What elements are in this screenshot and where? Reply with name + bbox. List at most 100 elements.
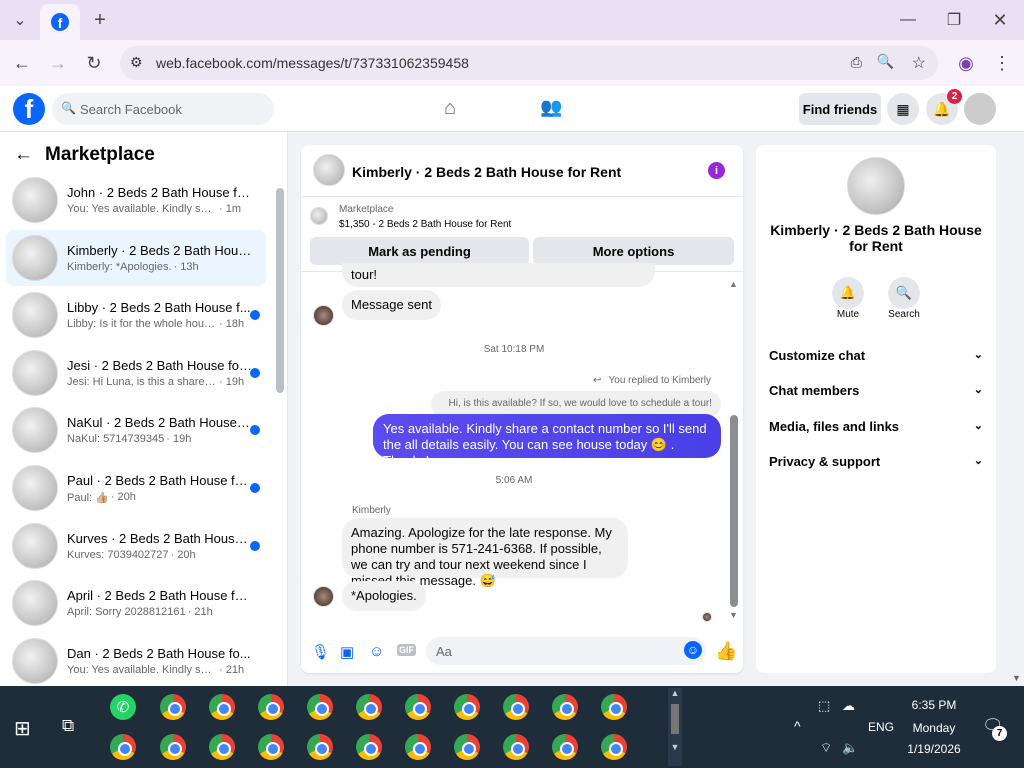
chrome-app-icon[interactable] — [503, 694, 529, 720]
menu-icon[interactable]: ⋮ — [988, 49, 1016, 77]
chrome-app-icon[interactable] — [110, 734, 136, 760]
chrome-app-icon[interactable] — [356, 694, 382, 720]
facebook-logo-icon[interactable]: f — [13, 93, 45, 125]
friends-icon[interactable]: 👥 — [540, 97, 562, 118]
profile-icon[interactable]: ◉ — [952, 49, 980, 77]
info-option[interactable]: Privacy & support ⌄ — [769, 454, 983, 469]
thread-item[interactable]: Kurves · 2 Beds 2 Bath House ... Kurves: … — [6, 518, 266, 574]
chrome-app-icon[interactable] — [307, 694, 333, 720]
chat-avatar[interactable] — [313, 154, 345, 186]
chrome-app-icon[interactable] — [552, 734, 578, 760]
info-option[interactable]: Chat members ⌄ — [769, 383, 983, 398]
their-message-bubble[interactable]: Amazing. Apologize for the late response… — [342, 518, 628, 588]
search-input[interactable]: 🔍 Search Facebook — [52, 93, 274, 125]
forward-icon[interactable]: → — [44, 49, 72, 77]
page-scroll-down-icon[interactable]: ▼ — [1012, 673, 1021, 683]
clock-time[interactable]: 6:35 PM — [904, 698, 964, 712]
chrome-app-icon[interactable] — [160, 694, 186, 720]
language-indicator[interactable]: ENG — [868, 720, 894, 734]
back-icon[interactable]: ← — [8, 49, 36, 77]
taskbar-scroll[interactable]: ▲ ▼ — [668, 688, 682, 766]
browser-tab-facebook[interactable]: f — [40, 4, 80, 40]
chrome-app-icon[interactable] — [258, 734, 284, 760]
info-avatar[interactable] — [847, 157, 905, 215]
show-hidden-icons-icon[interactable]: ^ — [794, 718, 801, 734]
chrome-app-icon[interactable] — [258, 694, 284, 720]
unread-dot — [250, 367, 260, 378]
chrome-app-icon[interactable] — [405, 734, 431, 760]
site-info-icon[interactable]: ⚙ — [130, 54, 143, 71]
bookmark-star-icon[interactable]: ☆ — [912, 53, 926, 73]
onedrive-icon[interactable]: ☁ — [842, 698, 855, 714]
chrome-app-icon[interactable] — [209, 694, 235, 720]
windows-start-icon[interactable]: ⊞ — [14, 716, 31, 741]
chrome-app-icon[interactable] — [601, 694, 627, 720]
chrome-app-icon[interactable] — [356, 734, 382, 760]
thread-item[interactable]: Libby · 2 Beds 2 Bath House f... Libby: I… — [6, 287, 266, 343]
close-icon[interactable]: ✕ — [986, 6, 1014, 34]
restore-icon[interactable]: ❐ — [940, 6, 968, 34]
chrome-app-icon[interactable] — [307, 734, 333, 760]
listing-text[interactable]: $1,350 - 2 Beds 2 Bath House for Rent — [339, 219, 511, 230]
thumbs-up-icon[interactable]: 👍 — [715, 641, 737, 662]
volume-icon[interactable]: 🔈 — [842, 740, 858, 756]
chrome-app-icon[interactable] — [454, 694, 480, 720]
home-icon[interactable]: ⌂ — [444, 97, 456, 120]
wifi-icon[interactable]: ⌔ — [820, 740, 832, 756]
search-icon[interactable]: 🔍 — [888, 277, 920, 309]
thread-item[interactable]: Paul · 2 Beds 2 Bath House for... Paul: 👍… — [6, 460, 266, 516]
task-view-icon[interactable]: ⧉ — [62, 716, 74, 736]
threads-scrollbar[interactable] — [276, 188, 284, 393]
mute-icon[interactable]: 🔔 — [832, 277, 864, 309]
info-option[interactable]: Customize chat ⌄ — [769, 348, 983, 363]
chrome-app-icon[interactable] — [405, 694, 431, 720]
meet-now-icon[interactable]: ⬚ — [818, 698, 830, 714]
message-input[interactable]: Aa ☺ — [426, 637, 706, 665]
address-bar[interactable]: ⚙ web.facebook.com/messages/t/7373310623… — [120, 46, 938, 80]
account-avatar[interactable] — [964, 93, 996, 125]
install-app-icon[interactable]: ⎙ — [851, 54, 862, 71]
menu-grid-icon[interactable]: ▦ — [887, 93, 919, 125]
new-tab-icon[interactable]: + — [86, 6, 114, 34]
more-options-button[interactable]: More options — [533, 237, 734, 265]
whatsapp-icon[interactable]: ✆ — [110, 694, 136, 720]
chrome-app-icon[interactable] — [601, 734, 627, 760]
emoji-icon[interactable]: ☺ — [684, 641, 702, 659]
thread-item[interactable]: Dan · 2 Beds 2 Bath House fo... You: Yes … — [6, 633, 266, 686]
thread-item[interactable]: NaKul · 2 Beds 2 Bath House f... NaKul: 5… — [6, 402, 266, 458]
info-option[interactable]: Media, files and links ⌄ — [769, 419, 983, 434]
message-bubble[interactable]: *Apologies. — [342, 581, 426, 611]
thread-item[interactable]: April · 2 Beds 2 Bath House for ... April… — [6, 575, 266, 631]
sender-avatar[interactable] — [313, 586, 334, 607]
mark-pending-button[interactable]: Mark as pending — [310, 237, 529, 265]
reload-icon[interactable]: ↻ — [80, 49, 108, 77]
sender-avatar[interactable] — [313, 305, 334, 326]
chat-scrollbar[interactable] — [730, 415, 738, 607]
gif-icon[interactable]: GIF — [397, 644, 416, 656]
scroll-down-icon[interactable]: ▼ — [729, 610, 738, 620]
chrome-app-icon[interactable] — [552, 694, 578, 720]
message-bubble-partial[interactable]: tour! — [342, 263, 655, 287]
message-bubble[interactable]: Message sent — [342, 290, 441, 320]
chrome-app-icon[interactable] — [454, 734, 480, 760]
listing-thumb[interactable] — [310, 207, 328, 225]
thread-item[interactable]: John · 2 Beds 2 Bath House for ... You: Y… — [6, 172, 266, 228]
chrome-app-icon[interactable] — [503, 734, 529, 760]
microphone-icon[interactable]: 🎙 — [311, 643, 330, 661]
back-arrow-icon[interactable]: ← — [14, 144, 33, 166]
find-friends-button[interactable]: Find friends — [799, 93, 881, 125]
minimize-icon[interactable]: — — [894, 6, 922, 34]
photo-icon[interactable]: ▣ — [340, 643, 354, 661]
chat-title[interactable]: Kimberly · 2 Beds 2 Bath House for Rent — [352, 164, 621, 180]
thread-item[interactable]: Jesi · 2 Beds 2 Bath House for ... Jesi: … — [6, 345, 266, 401]
my-message-bubble[interactable]: Yes available. Kindly share a contact nu… — [373, 414, 721, 468]
sticker-icon[interactable]: ☺ — [369, 643, 384, 660]
scroll-up-icon[interactable]: ▲ — [729, 279, 738, 289]
thread-item[interactable]: Kimberly · 2 Beds 2 Bath House ... Kimber… — [6, 229, 266, 286]
thread-preview-row: Jesi: Hi Luna, is this a shared s... · 19… — [67, 376, 252, 388]
tab-list-icon[interactable]: ⌄ — [6, 6, 34, 34]
chrome-app-icon[interactable] — [160, 734, 186, 760]
info-icon[interactable]: i — [708, 162, 725, 179]
zoom-icon[interactable]: 🔍 — [877, 53, 894, 70]
chrome-app-icon[interactable] — [209, 734, 235, 760]
